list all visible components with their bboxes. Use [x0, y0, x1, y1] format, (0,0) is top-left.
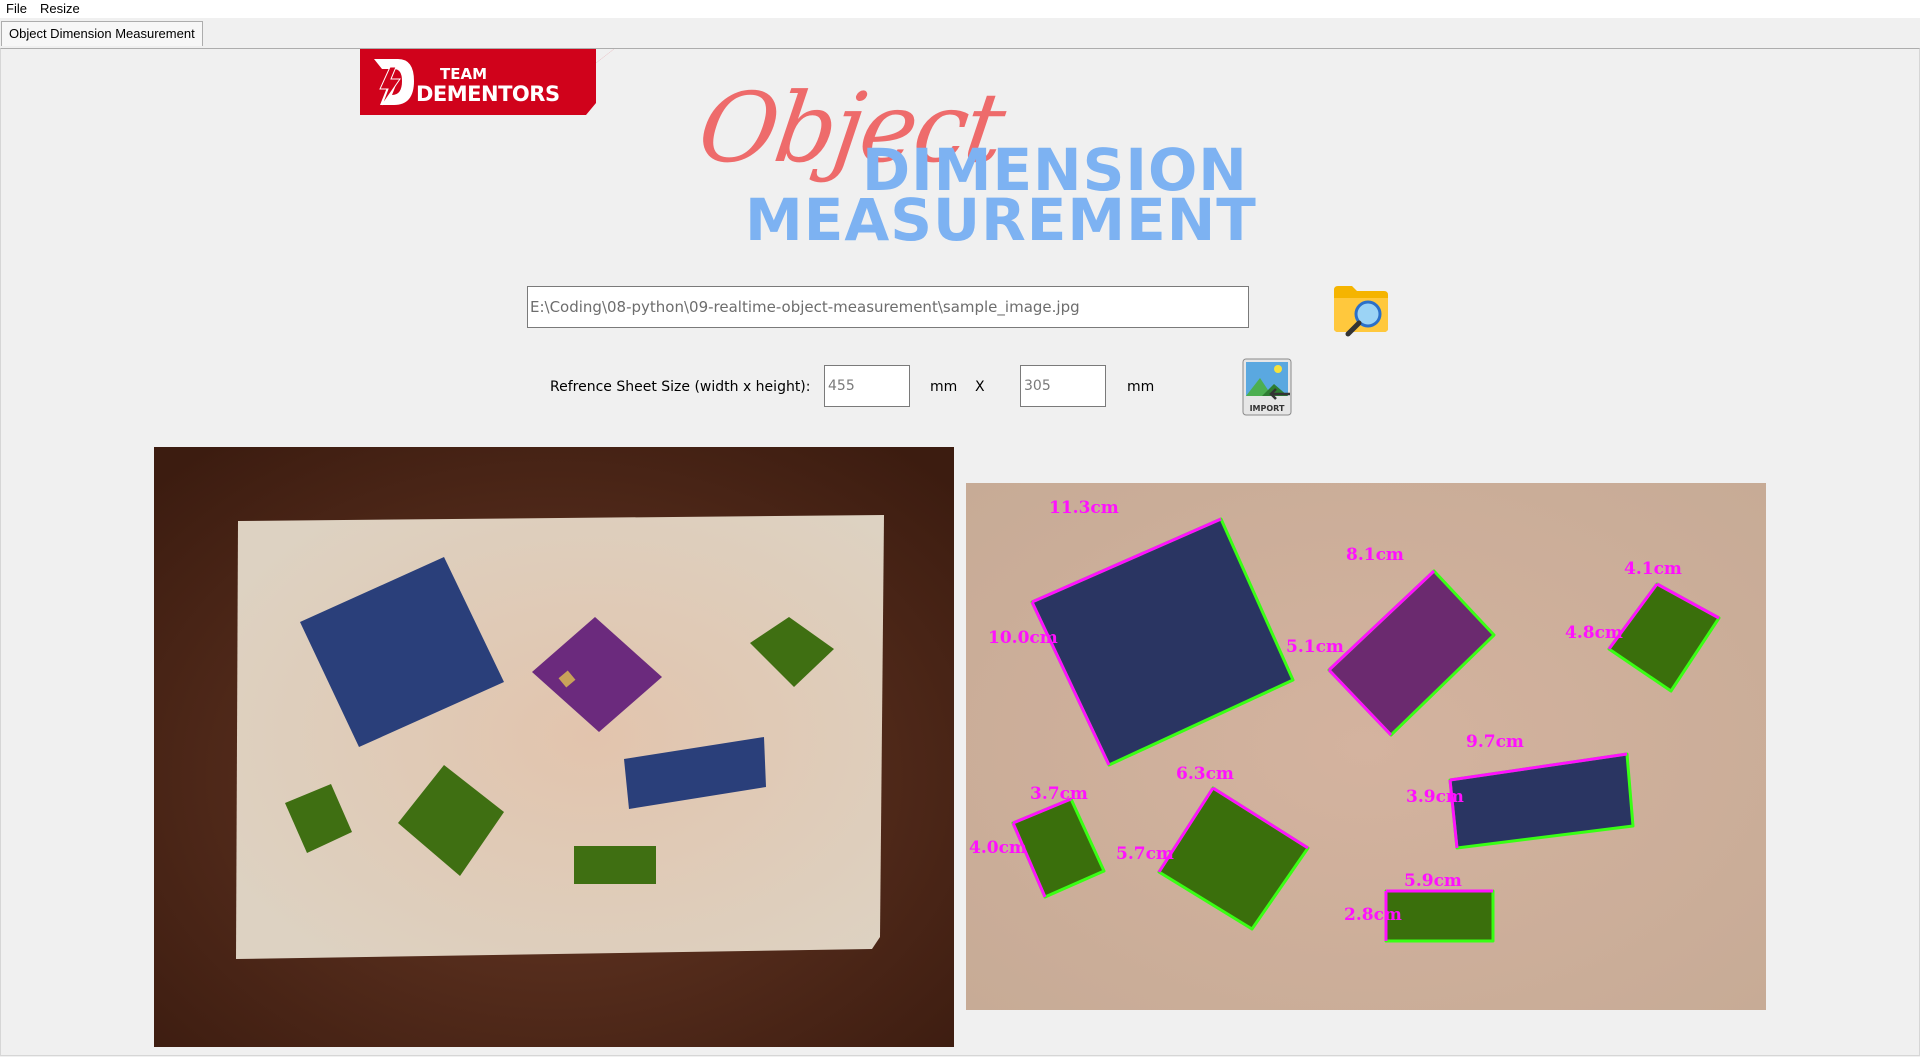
height-unit-label: mm — [1127, 379, 1155, 395]
team-dementors-logo: TEAM DEMENTORS — [360, 49, 614, 115]
folder-search-icon — [1334, 286, 1388, 337]
measurement-label: 3.9cm — [1406, 787, 1464, 807]
measurement-label: 4.8cm — [1565, 623, 1623, 643]
reference-height-input[interactable] — [1020, 365, 1106, 407]
measurement-label: 2.8cm — [1344, 905, 1402, 925]
menu-resize[interactable]: Resize — [40, 1, 80, 16]
output-image: 11.3cm 10.0cm 8.1cm 5.1cm 4.1cm 4.8cm 9.… — [966, 483, 1766, 1010]
measurement-label: 6.3cm — [1176, 764, 1234, 784]
measurement-label: 3.7cm — [1030, 784, 1088, 804]
measurement-label: 11.3cm — [1049, 498, 1119, 518]
reference-size-label: Refrence Sheet Size (width x height): — [550, 379, 811, 395]
measurement-label: 5.1cm — [1286, 637, 1344, 657]
measurement-label: 10.0cm — [988, 628, 1058, 648]
import-button[interactable]: IMPORT — [1242, 358, 1292, 416]
svg-text:DEMENTORS: DEMENTORS — [416, 82, 560, 106]
svg-text:IMPORT: IMPORT — [1250, 404, 1285, 413]
measurement-label: 5.7cm — [1116, 844, 1174, 864]
reference-width-input[interactable] — [824, 365, 910, 407]
tab-object-dimension-measurement[interactable]: Object Dimension Measurement — [1, 21, 203, 46]
measurement-label: 4.0cm — [969, 838, 1027, 858]
menu-bar: File Resize — [0, 0, 1920, 18]
width-unit-label: mm — [930, 379, 958, 395]
menu-file[interactable]: File — [6, 1, 27, 16]
input-image — [154, 447, 954, 1047]
measurement-label: 9.7cm — [1466, 732, 1524, 752]
size-separator-label: X — [975, 379, 985, 395]
measurement-label: 8.1cm — [1346, 545, 1404, 565]
browse-folder-button[interactable] — [1330, 280, 1392, 338]
title-measurement: MEASUREMENT — [745, 186, 1257, 254]
measurement-label: 4.1cm — [1624, 559, 1682, 579]
file-path-input[interactable] — [527, 286, 1249, 328]
measurement-label: 5.9cm — [1404, 871, 1462, 891]
svg-text:TEAM: TEAM — [440, 65, 487, 83]
tab-bar: Object Dimension Measurement — [0, 18, 1920, 48]
